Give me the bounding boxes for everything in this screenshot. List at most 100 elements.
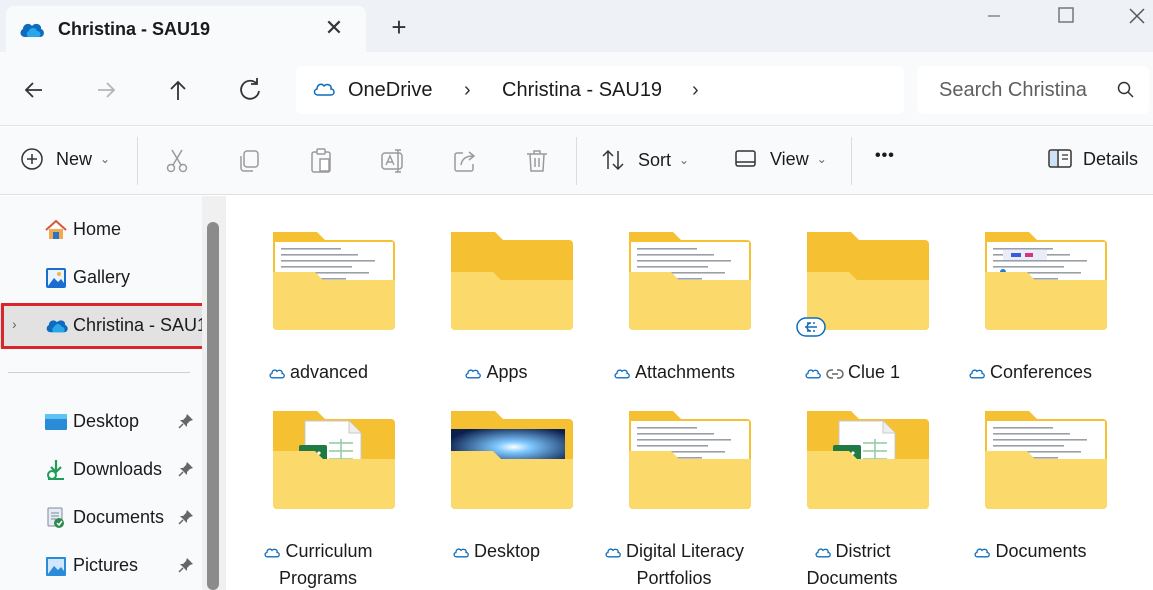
folder-icon [261,407,395,511]
folder-tile[interactable]: Digital Literacy Portfolios [594,379,754,588]
folder-name: Documents [995,541,1087,561]
folder-name: Curriculum [285,541,373,561]
forward-arrow-icon[interactable] [90,74,122,106]
sidebar-item-label: Documents [73,507,165,527]
folder-name: Digital Literacy [625,541,745,561]
sidebar-item-documents[interactable]: Documents [0,496,204,540]
folder-icon [795,228,929,337]
up-arrow-icon[interactable] [162,74,194,106]
minimize-icon[interactable] [976,6,1016,30]
pin-icon [178,509,194,529]
folder-label: Curriculum Programs [228,539,408,590]
pin-icon [178,557,194,577]
sidebar-item-home[interactable]: Home [0,208,204,252]
folder-label: District Documents [762,539,942,590]
folder-name-line2: Portfolios [636,568,712,588]
new-tab-button[interactable]: + [386,14,412,40]
chevron-down-icon: ⌄ [679,153,690,167]
toolbar-divider [137,137,138,185]
view-icon [734,147,758,171]
folder-icon [973,228,1107,332]
pin-icon [178,413,194,433]
sort-button[interactable]: Sort ⌄ [600,147,689,173]
share-icon[interactable] [451,147,479,175]
close-window-icon[interactable] [1116,6,1153,30]
delete-icon[interactable] [523,147,551,175]
home-icon [44,218,68,242]
breadcrumb-chevron-icon[interactable]: › [464,79,471,102]
breadcrumb[interactable]: OneDrive › Christina - SAU19 › [296,66,904,114]
cloud-status-icon [973,541,991,566]
folder-label: Desktop [406,539,586,566]
onedrive-cloud-icon [18,19,46,44]
sort-label: Sort [638,149,672,170]
tab-christina-sau19[interactable]: Christina - SAU19 ✕ [6,6,366,52]
address-bar: OneDrive › Christina - SAU19 › Search Ch… [0,52,1153,126]
folder-tile[interactable]: Attachments [594,200,754,382]
details-button[interactable]: Details [1047,147,1138,171]
sidebar-item-downloads[interactable]: Downloads [0,448,204,492]
folder-icon [439,407,573,511]
folder-tile[interactable]: District Documents [772,379,932,588]
maximize-icon[interactable] [1046,6,1086,30]
view-button[interactable]: View ⌄ [734,147,827,171]
sidebar-item-pictures[interactable]: Pictures [0,544,204,588]
cut-icon[interactable] [163,147,191,175]
navigation-pane: Home Gallery › Christina - SAU1 Desktop … [0,196,222,590]
selection-highlight [1,303,207,349]
folder-tile[interactable]: Clue 1 [772,200,932,382]
rename-icon[interactable] [379,147,407,175]
sidebar-item-label: Pictures [73,555,139,575]
folder-tile[interactable]: Curriculum Programs [238,379,398,588]
tab-title: Christina - SAU19 [58,19,211,39]
view-label: View [770,148,809,169]
folder-icon [439,228,573,332]
folder-name-line2: Documents [806,568,898,588]
folder-tile[interactable]: Conferences [950,200,1110,382]
pictures-folder-icon [44,554,68,578]
toolbar-divider [576,137,577,185]
breadcrumb-chevron-icon[interactable]: › [692,79,699,102]
sidebar-item-label: Gallery [73,267,131,287]
folder-tile[interactable]: advanced [238,200,398,382]
search-placeholder: Search Christina [939,79,1087,101]
paste-icon[interactable] [307,147,335,175]
folder-icon [973,407,1107,511]
sidebar-item-label: Downloads [73,459,163,479]
pin-icon [178,461,194,481]
downloads-folder-icon [44,458,68,482]
new-button[interactable]: New ⌄ [20,147,110,171]
gallery-icon [44,266,68,290]
breadcrumb-christina-sau19[interactable]: Christina - SAU19 [502,79,662,102]
see-more-button[interactable]: ••• [875,147,895,165]
refresh-icon[interactable] [234,74,266,106]
cloud-status-icon [452,541,470,566]
sidebar-item-gallery[interactable]: Gallery [0,256,204,300]
search-input[interactable]: Search Christina [917,66,1149,114]
toolbar-divider [851,137,852,185]
plus-circle-icon [20,147,44,171]
sidebar-item-label: Home [73,219,122,239]
sort-icon [600,147,626,173]
cloud-status-icon [814,541,832,566]
folder-tile[interactable]: Documents [950,379,1110,561]
sidebar-item-label: Desktop [73,411,140,431]
scrollbar-thumb[interactable] [207,222,219,590]
cloud-status-icon [604,541,622,566]
folder-label: Digital Literacy Portfolios [584,539,764,590]
copy-icon[interactable] [235,147,263,175]
onedrive-cloud-outline-icon [312,80,336,103]
folder-label: Documents [940,539,1120,566]
chevron-down-icon: ⌄ [816,152,827,166]
folder-tile[interactable]: Desktop [416,379,576,561]
back-arrow-icon[interactable] [18,74,50,106]
folder-tile[interactable]: Apps [416,200,576,382]
breadcrumb-onedrive[interactable]: OneDrive [348,79,432,102]
documents-folder-icon [44,506,68,530]
desktop-folder-icon [44,410,68,434]
close-tab-icon[interactable]: ✕ [322,16,346,40]
folder-icon [795,407,929,511]
command-bar: New ⌄ Sort ⌄ View ⌄ ••• Details [0,127,1153,195]
sidebar-item-desktop[interactable]: Desktop [0,400,204,444]
title-bar: Christina - SAU19 ✕ + [0,0,1153,52]
